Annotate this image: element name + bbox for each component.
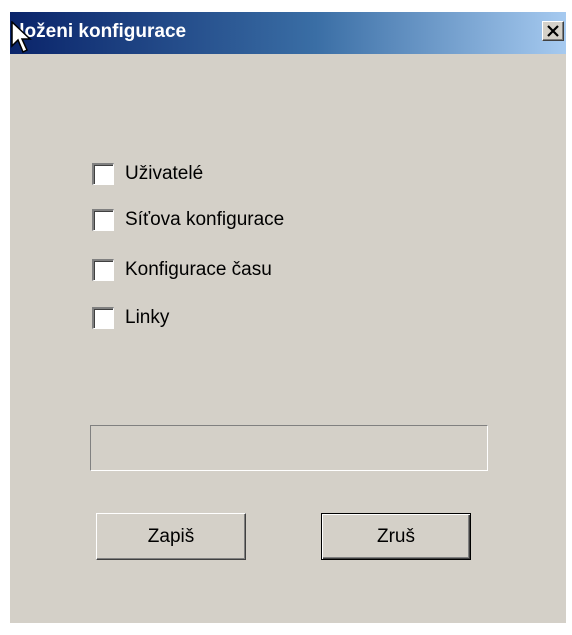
time-config-label: Konfigurace času [125,259,272,280]
save-button[interactable]: Zapiš [96,513,246,560]
close-button[interactable] [542,21,564,41]
option-time-config[interactable]: Konfigurace času [92,257,272,283]
mouse-cursor-icon [11,21,32,54]
dialog-window: loženi konfigurace Uživatelé Síťova konf… [10,12,566,623]
users-checkbox[interactable] [92,163,114,185]
cancel-button[interactable]: Zruš [321,513,471,560]
window-title: loženi konfigurace [14,21,187,42]
progress-bar [90,425,488,471]
lines-label: Linky [125,307,170,328]
title-bar[interactable]: loženi konfigurace [10,12,566,54]
option-lines[interactable]: Linky [92,305,169,331]
close-icon [547,25,559,37]
option-users[interactable]: Uživatelé [92,161,203,187]
network-config-label: Síťova konfigurace [125,209,285,230]
network-config-checkbox[interactable] [92,209,114,231]
users-label: Uživatelé [125,163,204,184]
option-network-config[interactable]: Síťova konfigurace [92,207,284,233]
time-config-checkbox[interactable] [92,259,114,281]
lines-checkbox[interactable] [92,307,114,329]
